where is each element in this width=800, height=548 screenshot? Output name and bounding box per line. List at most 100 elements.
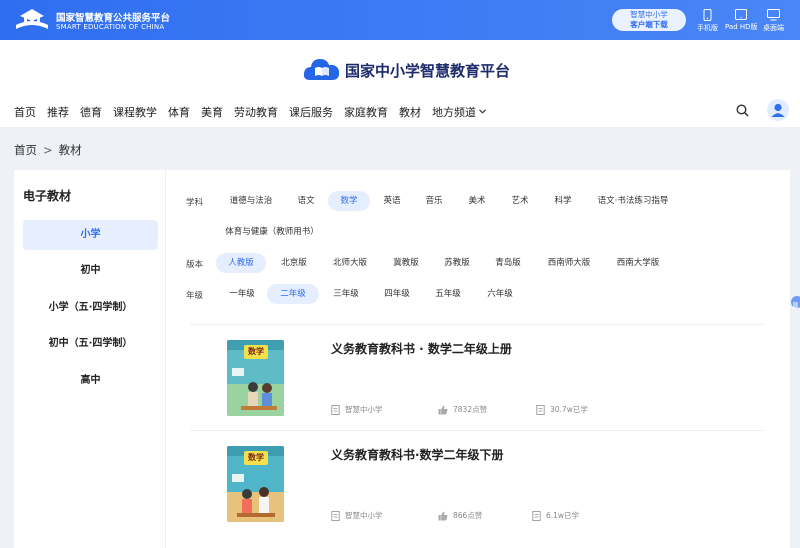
subject-filter-label: 学科 <box>186 198 204 208</box>
grade-chip-1[interactable]: 一年级 <box>226 284 258 304</box>
device-label: 桌面端 <box>763 24 784 32</box>
grade-chip-2[interactable]: 二年级 <box>267 284 319 304</box>
nav-item-labor[interactable]: 劳动教育 <box>234 104 278 120</box>
download-line-2: 客户端下载 <box>630 20 668 29</box>
nav-item-textbooks[interactable]: 教材 <box>399 104 421 120</box>
subject-chip-science[interactable]: 科学 <box>547 191 579 211</box>
grade-chip-4[interactable]: 四年级 <box>381 284 413 304</box>
platform-logo-icon <box>16 9 48 29</box>
book-learners: 30.7w已学 <box>536 404 588 415</box>
user-avatar[interactable] <box>767 99 789 121</box>
breadcrumb-current: 教材 <box>58 143 82 157</box>
document-icon <box>536 404 545 415</box>
brand-logo[interactable]: 国家中小学智慧教育平台 <box>302 54 510 86</box>
thumbs-up-icon <box>438 405 448 414</box>
sidebar-item-junior-54[interactable]: 初中（五·四学制） <box>23 329 158 359</box>
nav-item-arts[interactable]: 美育 <box>201 104 223 120</box>
book-cover[interactable]: 数学 <box>227 446 284 522</box>
monitor-icon <box>767 9 780 21</box>
device-label: Pad HD版 <box>725 23 758 31</box>
cloud-book-logo-icon <box>303 59 340 80</box>
subject-chip-english[interactable]: 英语 <box>376 191 408 211</box>
grade-filter-label: 年级 <box>186 291 204 301</box>
document-icon <box>532 510 541 521</box>
book-likes: 7832点赞 <box>438 404 487 415</box>
nav-item-local-label: 地方频道 <box>432 106 476 119</box>
sidebar: 电子教材 小学 初中 小学（五·四学制） 初中（五·四学制） 高中 <box>14 170 166 548</box>
edition-filter-label: 版本 <box>186 260 204 270</box>
device-desktop[interactable]: 桌面端 <box>763 9 784 33</box>
sidebar-item-primary-54[interactable]: 小学（五·四学制） <box>23 293 158 323</box>
phone-icon <box>703 9 712 21</box>
device-tablet[interactable]: Pad HD版 <box>725 9 758 32</box>
subject-chip-pe-teacher[interactable]: 体育与健康（教师用书） <box>222 222 322 242</box>
book-title[interactable]: 义务教育教科书·数学二年级下册 <box>331 446 504 463</box>
document-icon <box>331 404 340 415</box>
learners-text: 30.7w已学 <box>550 405 588 414</box>
nav-item-recommend[interactable]: 推荐 <box>47 104 69 120</box>
thumbs-up-icon <box>438 511 448 520</box>
edition-chip-renjiao[interactable]: 人教版 <box>216 253 266 273</box>
sidebar-item-primary[interactable]: 小学 <box>23 220 158 250</box>
search-icon[interactable] <box>736 104 749 117</box>
subject-chip-calligraphy[interactable]: 语文·书法练习指导 <box>591 191 675 211</box>
nav-item-sports[interactable]: 体育 <box>168 104 190 120</box>
publisher-text: 智慧中小学 <box>345 405 383 414</box>
top-bar: 国家智慧教育公共服务平台 SMART EDUCATION OF CHINA 智慧… <box>0 0 800 40</box>
edition-chip-beijing[interactable]: 北京版 <box>276 253 312 273</box>
nav-item-local[interactable]: 地方频道 <box>432 104 486 120</box>
edition-chip-xndx[interactable]: 西南大学版 <box>612 253 664 273</box>
book-publisher: 智慧中小学 <box>331 404 383 415</box>
download-line-1: 智慧中小学 <box>630 10 668 19</box>
learners-text: 6.1w已学 <box>546 511 580 520</box>
likes-text: 7832点赞 <box>453 405 488 414</box>
document-icon <box>331 510 340 521</box>
edition-chip-sujiao[interactable]: 苏教版 <box>439 253 475 273</box>
nav-item-home[interactable]: 首页 <box>14 104 36 120</box>
device-label: 手机版 <box>697 24 718 32</box>
book-publisher: 智慧中小学 <box>331 510 383 521</box>
user-icon <box>771 103 785 117</box>
nav-item-family[interactable]: 家庭教育 <box>344 104 388 120</box>
nav-item-moral[interactable]: 德育 <box>80 104 102 120</box>
book-cover[interactable]: 数学 <box>227 340 284 416</box>
device-phone[interactable]: 手机版 <box>697 9 718 33</box>
subject-chip-math[interactable]: 数学 <box>328 191 370 211</box>
nav-item-courses[interactable]: 课程教学 <box>113 104 157 120</box>
breadcrumb-separator: > <box>43 143 53 157</box>
side-float-button[interactable] <box>791 296 800 308</box>
edition-chip-bsd[interactable]: 北师大版 <box>328 253 372 273</box>
site-header: 国家中小学智慧教育平台 首页 推荐 德育 课程教学 体育 美育 劳动教育 课后服… <box>0 40 800 127</box>
edition-chip-xnsd[interactable]: 西南师大版 <box>543 253 595 273</box>
likes-text: 866点赞 <box>453 511 483 520</box>
book-learners: 6.1w已学 <box>532 510 579 521</box>
edition-chip-jijiao[interactable]: 冀教版 <box>388 253 424 273</box>
list-divider <box>190 430 764 431</box>
breadcrumb-home[interactable]: 首页 <box>14 143 37 157</box>
brand-name: 国家中小学智慧教育平台 <box>345 61 511 80</box>
client-download-button[interactable]: 智慧中小学 客户端下载 <box>612 9 686 31</box>
platform-subtitle: SMART EDUCATION OF CHINA <box>56 23 165 31</box>
grade-chip-3[interactable]: 三年级 <box>330 284 362 304</box>
platform-title: 国家智慧教育公共服务平台 <box>56 13 171 24</box>
grade-chip-6[interactable]: 六年级 <box>484 284 516 304</box>
book-cover-text: 数学 <box>248 347 264 356</box>
subject-chip-morality[interactable]: 道德与法治 <box>221 191 281 211</box>
content-card: 电子教材 小学 初中 小学（五·四学制） 初中（五·四学制） 高中 学科 道德与… <box>14 170 790 548</box>
subject-chip-art[interactable]: 艺术 <box>504 191 536 211</box>
subject-chip-chinese[interactable]: 语文 <box>290 191 322 211</box>
subject-chip-music[interactable]: 音乐 <box>418 191 450 211</box>
edition-chip-qingdao[interactable]: 青岛版 <box>490 253 526 273</box>
book-cover-text: 数学 <box>248 453 264 462</box>
main-nav: 首页 推荐 德育 课程教学 体育 美育 劳动教育 课后服务 家庭教育 教材 地方… <box>14 104 497 120</box>
nav-item-after-school[interactable]: 课后服务 <box>289 104 333 120</box>
sidebar-item-junior[interactable]: 初中 <box>23 256 158 286</box>
book-likes: 866点赞 <box>438 510 482 521</box>
menu-lines-icon <box>793 302 798 308</box>
subject-chip-fine-arts[interactable]: 美术 <box>461 191 493 211</box>
grade-chip-5[interactable]: 五年级 <box>432 284 464 304</box>
book-title[interactable]: 义务教育教科书 · 数学二年级上册 <box>331 340 512 357</box>
chevron-down-icon <box>479 109 486 114</box>
sidebar-item-senior[interactable]: 高中 <box>23 366 158 396</box>
tablet-icon <box>735 9 748 20</box>
